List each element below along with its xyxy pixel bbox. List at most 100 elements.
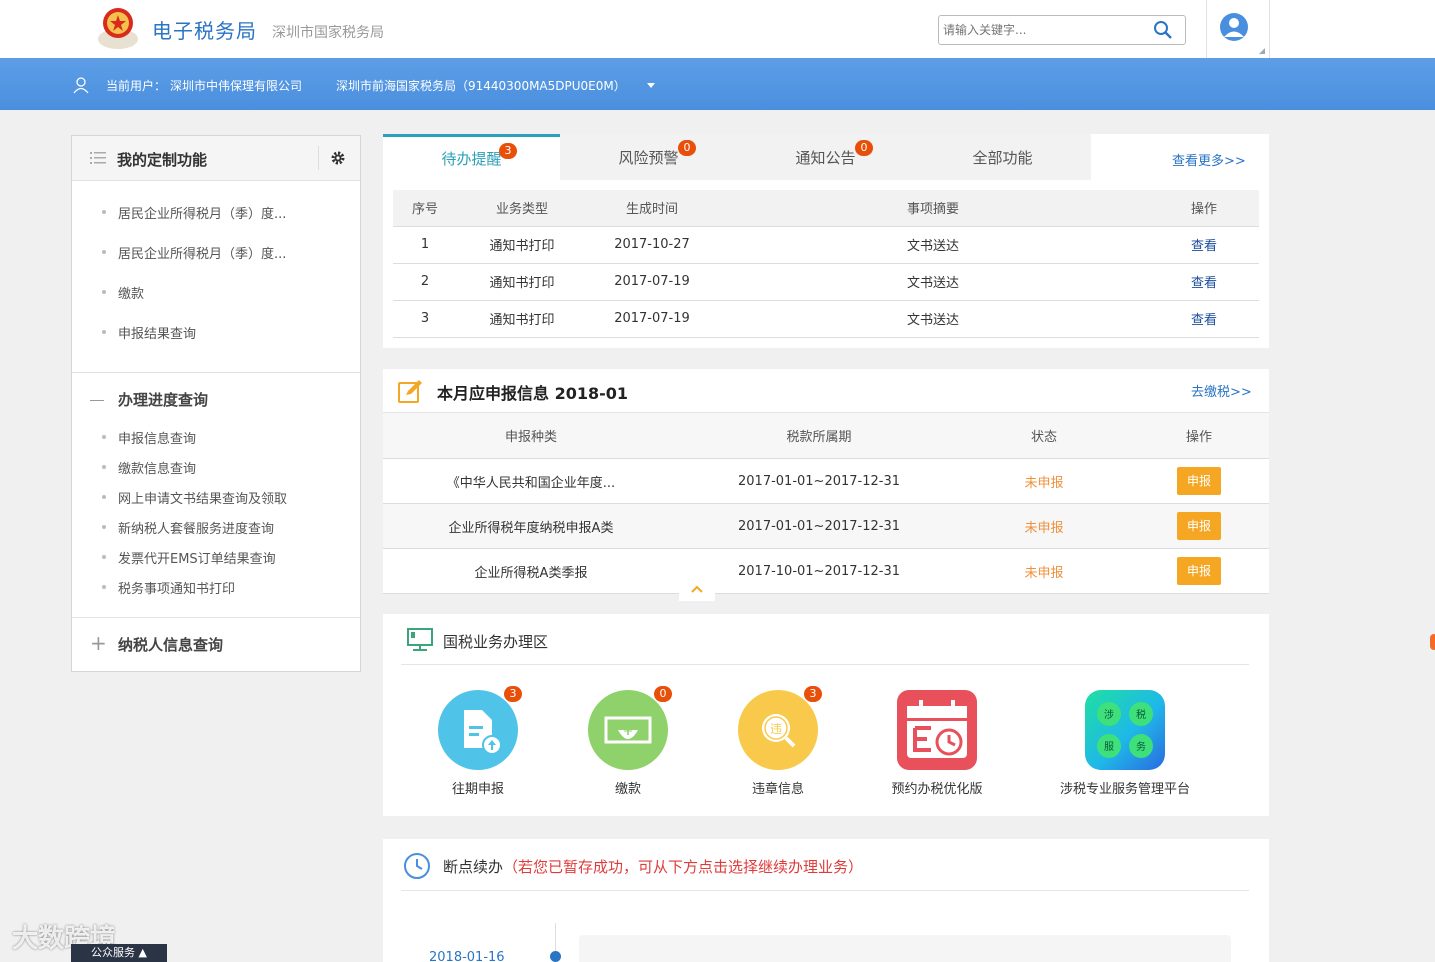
minus-icon[interactable] (90, 400, 104, 401)
divider (401, 664, 1249, 665)
svg-text:¥: ¥ (623, 720, 633, 739)
column-header: 事项摘要 (717, 190, 1149, 227)
chevron-down-icon[interactable] (647, 83, 655, 88)
user-menu[interactable] (1206, 0, 1270, 58)
app-tile[interactable]: 3 (438, 686, 522, 770)
monitor-icon (407, 628, 433, 651)
app-tax-service-platform[interactable]: 涉 税 服 务 涉税专业服务管理平台 (1045, 690, 1205, 797)
search-icon[interactable] (1153, 20, 1173, 40)
go-pay-link[interactable]: 去缴税>> (1191, 381, 1252, 400)
app-past-declare[interactable]: 3 往期申报 (398, 686, 558, 797)
user-avatar-icon[interactable] (1219, 12, 1249, 42)
search-input[interactable] (943, 20, 1143, 40)
tab-todo[interactable]: 待办提醒 3 (383, 134, 560, 180)
business-panel: 国税业务办理区 3 往期申报 ¥ 0 缴款 违 3 违章信息 预约办税优化版 涉… (383, 614, 1269, 816)
national-emblem-icon (98, 8, 138, 49)
sidebar-item-progress[interactable]: 网上申请文书结果查询及领取 (101, 488, 287, 507)
cell-period: 2017-01-01~2017-12-31 (679, 458, 959, 504)
cell-time: 2017-10-27 (587, 226, 717, 264)
table-header-row: 申报种类 税款所属期 状态 操作 (383, 412, 1269, 459)
sidebar-item-custom[interactable]: 居民企业所得税月（季）度... (101, 203, 286, 222)
chevron-up-icon[interactable] (690, 584, 704, 594)
declare-button[interactable]: 申报 (1177, 557, 1221, 585)
grid-char: 服 (1104, 741, 1114, 753)
app-label: 预约办税优化版 (891, 782, 983, 797)
tab-notice[interactable]: 通知公告 0 (737, 134, 914, 180)
declare-button[interactable]: 申报 (1177, 512, 1221, 540)
search-box (938, 15, 1186, 45)
count-badge: 0 (855, 140, 873, 156)
view-more-link[interactable]: 查看更多>> (1172, 150, 1246, 169)
tab-all-functions[interactable]: 全部功能 (914, 134, 1091, 180)
resize-corner-icon (1259, 48, 1265, 54)
table-row: 企业所得税A类季报 2017-10-01~2017-12-31 未申报 申报 (383, 548, 1269, 594)
tax-service-grid-icon: 涉 税 服 务 (1097, 702, 1153, 758)
view-link[interactable]: 查看 (1191, 313, 1217, 328)
view-link[interactable]: 查看 (1191, 239, 1217, 254)
cell-no: 2 (393, 263, 457, 301)
cell-action: 申报 (1129, 503, 1269, 549)
sidebar-item-progress[interactable]: 税务事项通知书打印 (101, 578, 235, 597)
app-tile[interactable]: 涉 税 服 务 (1085, 690, 1165, 770)
grid-char: 涉 (1104, 708, 1114, 721)
count-badge: 3 (804, 686, 822, 702)
sidebar-item-progress[interactable]: 申报信息查询 (101, 428, 196, 447)
app-payment[interactable]: ¥ 0 缴款 (548, 686, 708, 797)
tab-label: 通知公告 (795, 149, 856, 167)
divider (72, 617, 360, 618)
public-service-button[interactable]: 公众服务 ▲ (71, 944, 167, 962)
calendar-clock-icon (907, 700, 967, 758)
count-badge: 0 (654, 686, 672, 702)
table-row: 1 通知书打印 2017-10-27 文书送达 查看 (393, 226, 1259, 264)
tab-label: 风险预警 (618, 149, 679, 167)
tax-bureau-select[interactable]: 深圳市前海国家税务局（91440300MA5DPU0E0M） (336, 77, 626, 94)
column-header: 序号 (393, 190, 457, 227)
list-menu-icon (90, 152, 106, 164)
sidebar-header: 我的定制功能 (72, 136, 360, 181)
svg-text:违: 违 (770, 722, 782, 736)
column-header: 操作 (1149, 190, 1259, 227)
status-text: 未申报 (959, 458, 1129, 504)
sidebar-item-progress[interactable]: 新纳税人套餐服务进度查询 (101, 518, 274, 537)
timeline-dot (550, 951, 561, 962)
sidebar-section-taxpayer[interactable]: 纳税人信息查询 (118, 634, 223, 655)
table-row: 《中华人民共和国企业年度... 2017-01-01~2017-12-31 未申… (383, 458, 1269, 504)
tab-label: 全部功能 (972, 149, 1033, 167)
cell-kind: 企业所得税A类季报 (383, 548, 679, 594)
declare-button[interactable]: 申报 (1177, 467, 1221, 495)
app-tile[interactable]: ¥ 0 (588, 686, 672, 770)
sidebar-item-progress[interactable]: 发票代开EMS订单结果查询 (102, 548, 276, 567)
cell-no: 3 (393, 300, 457, 338)
plus-icon[interactable]: + (90, 633, 107, 653)
gear-icon[interactable] (330, 150, 346, 166)
column-header: 生成时间 (587, 190, 717, 227)
table-row: 3 通知书打印 2017-07-19 文书送达 查看 (393, 300, 1259, 338)
todo-panel: 待办提醒 3 风险预警 0 通知公告 0 全部功能 查看更多>> 序号 业务类型… (383, 134, 1269, 348)
timeline-date: 2018-01-16 (429, 950, 505, 962)
business-title: 国税业务办理区 (443, 633, 549, 651)
view-link[interactable]: 查看 (1191, 276, 1217, 291)
column-header: 税款所属期 (679, 412, 959, 459)
resume-card[interactable] (579, 935, 1231, 962)
divider (318, 146, 319, 170)
sidebar-item-custom[interactable]: 缴款 (101, 283, 144, 302)
todo-table: 序号 业务类型 生成时间 事项摘要 操作 1 通知书打印 2017-10-27 … (393, 190, 1259, 338)
sidebar-item-custom[interactable]: 申报结果查询 (101, 323, 196, 342)
grid-char: 税 (1136, 708, 1146, 721)
app-tile[interactable] (897, 690, 977, 770)
sidebar-item-custom[interactable]: 居民企业所得税月（季）度... (101, 243, 286, 262)
app-tile[interactable]: 违 3 (738, 686, 822, 770)
site-title[interactable]: 电子税务局 (152, 15, 257, 44)
collapse-toggle[interactable] (679, 583, 715, 601)
sidebar-section-progress[interactable]: 办理进度查询 (118, 389, 208, 410)
tab-risk[interactable]: 风险预警 0 (560, 134, 737, 180)
sidebar-item-progress[interactable]: 缴款信息查询 (101, 458, 196, 477)
divider (72, 372, 360, 373)
grid-char: 务 (1136, 740, 1146, 753)
cell-time: 2017-07-19 (587, 300, 717, 338)
site-subtitle: 深圳市国家税务局 (272, 25, 384, 41)
app-violation[interactable]: 违 3 违章信息 (698, 686, 858, 797)
cell-kind: 企业所得税年度纳税申报A类 (383, 503, 679, 549)
app-appointment[interactable]: 预约办税优化版 (857, 690, 1017, 797)
side-float-tab[interactable] (1430, 634, 1435, 650)
